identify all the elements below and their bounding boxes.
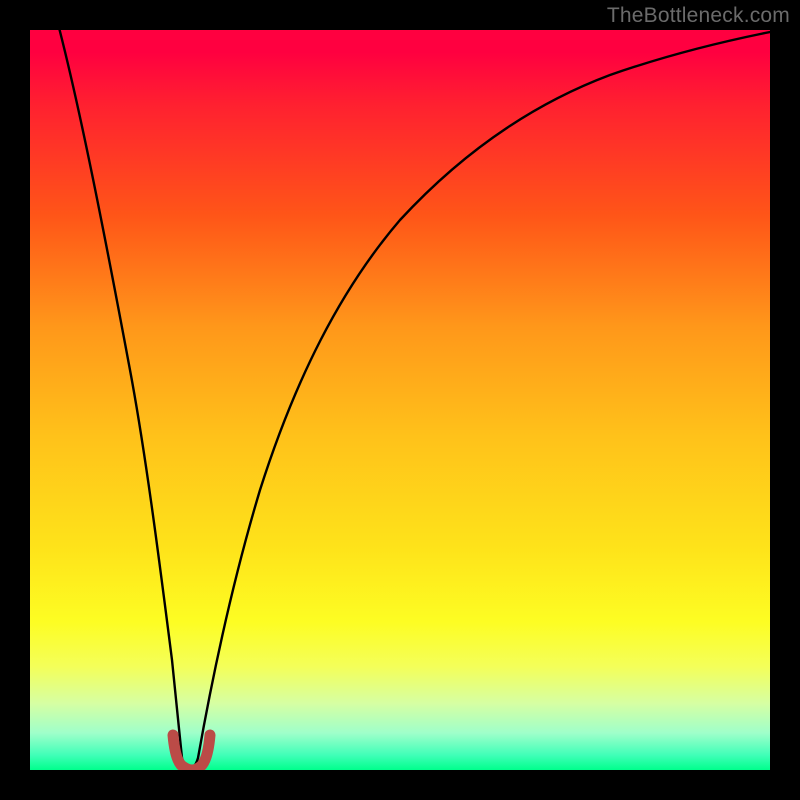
bottleneck-curve <box>60 30 770 768</box>
watermark-text: TheBottleneck.com <box>607 4 790 28</box>
curve-layer <box>30 30 770 770</box>
marker-arc <box>173 735 210 770</box>
plot-area <box>30 30 770 770</box>
chart-frame: TheBottleneck.com <box>0 0 800 800</box>
